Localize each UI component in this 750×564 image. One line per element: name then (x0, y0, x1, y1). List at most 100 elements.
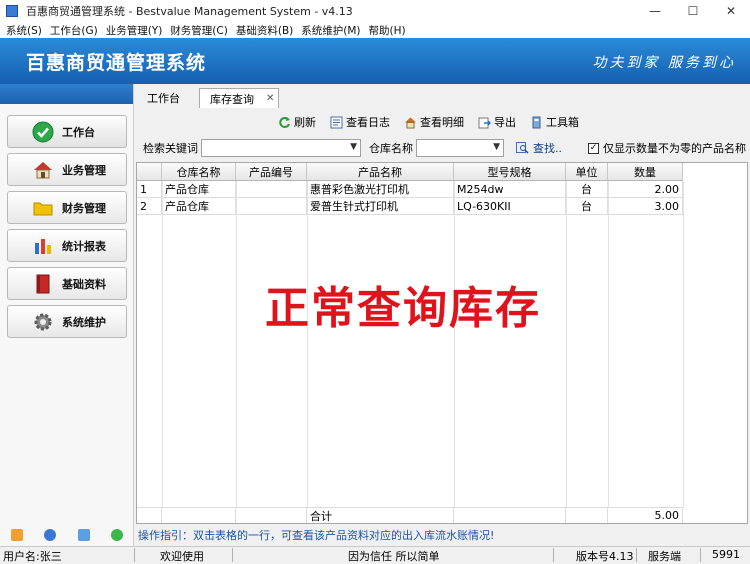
menu-basic-data[interactable]: 基础资料(B) (236, 23, 293, 38)
total-quantity: 5.00 (608, 507, 683, 523)
table-cell[interactable]: LQ-630KII (454, 198, 566, 215)
sidebar: 工作台 业务管理 财务管理 统计报表 基础资料 系统维护 (0, 84, 134, 546)
chevron-down-icon[interactable]: ▼ (493, 142, 500, 152)
tab-workbench[interactable]: 工作台 (137, 88, 190, 108)
table-cell[interactable]: 2.00 (608, 181, 683, 198)
table-cell[interactable]: 台 (566, 198, 608, 215)
status-divider (700, 548, 701, 562)
total-cell-empty (137, 507, 162, 523)
table-cell[interactable]: 台 (566, 181, 608, 198)
nonzero-label: 仅显示数量不为零的产品名称 (603, 142, 746, 155)
window-controls: — ☐ ✕ (636, 0, 750, 22)
overlay-caption: 正常查询库存 (265, 283, 541, 334)
column-header-product-code[interactable]: 产品编号 (236, 163, 307, 181)
sidebar-item-maintenance[interactable]: 系统维护 (7, 305, 127, 338)
sidebar-item-reports[interactable]: 统计报表 (7, 229, 127, 262)
checkbox-box[interactable]: ✓ (588, 142, 599, 154)
search-doc-icon[interactable] (77, 529, 90, 541)
table-cell[interactable]: 产品仓库 (162, 181, 236, 198)
chevron-down-icon[interactable]: ▼ (350, 142, 357, 152)
banner-title: 百惠商贸通管理系统 (26, 52, 207, 74)
search-row: 检索关键词 ▼ 仓库名称 ▼ 查找.. ✓ 仅显示数量不为零的产品名称 (135, 138, 750, 158)
sidebar-item-label: 基础资料 (62, 277, 106, 291)
total-cell-empty (454, 507, 566, 523)
refresh-icon (278, 116, 291, 129)
check-circle-icon (32, 121, 54, 143)
folder-icon (32, 197, 54, 219)
column-divider (454, 181, 455, 507)
keyword-combobox[interactable]: ▼ (201, 139, 361, 157)
find-icon (516, 142, 529, 154)
sidebar-item-business[interactable]: 业务管理 (7, 153, 127, 186)
log-icon (330, 116, 343, 129)
column-header-unit[interactable]: 单位 (566, 163, 608, 181)
tab-inventory-query[interactable]: 库存查询 ✕ (199, 88, 280, 108)
menu-system[interactable]: 系统(S) (6, 23, 42, 38)
menu-workbench[interactable]: 工作台(G) (50, 23, 98, 38)
window-title: 百惠商贸通管理系统 - Bestvalue Management System … (26, 5, 353, 18)
table-cell[interactable]: 1 (137, 181, 162, 198)
table-cell[interactable]: M254dw (454, 181, 566, 198)
column-header-rownum[interactable] (137, 163, 162, 181)
warehouse-label: 仓库名称 (369, 142, 413, 155)
column-header-quantity[interactable]: 数量 (608, 163, 683, 181)
status-divider (134, 548, 135, 562)
sidebar-item-label: 财务管理 (62, 201, 106, 215)
column-header-warehouse[interactable]: 仓库名称 (162, 163, 236, 181)
find-label: 查找.. (533, 142, 562, 155)
view-log-label: 查看日志 (346, 116, 390, 129)
status-divider (553, 548, 554, 562)
status-service-port: 5991 (712, 548, 740, 561)
menu-finance[interactable]: 财务管理(C) (170, 23, 228, 38)
view-detail-label: 查看明细 (420, 116, 464, 129)
close-button[interactable]: ✕ (712, 0, 750, 22)
inventory-table[interactable]: 仓库名称 产品编号 产品名称 型号规格 单位 数量 1 产品仓库 惠普彩色激光打… (136, 162, 748, 524)
house-detail-icon (404, 116, 417, 129)
edit-icon[interactable] (10, 529, 23, 541)
table-cell[interactable] (236, 181, 307, 198)
minimize-button[interactable]: — (636, 0, 674, 22)
sidebar-item-basic-data[interactable]: 基础资料 (7, 267, 127, 300)
house-icon (32, 159, 54, 181)
column-header-product-name[interactable]: 产品名称 (307, 163, 454, 181)
toolbox-button[interactable]: 工具箱 (530, 114, 579, 130)
menu-help[interactable]: 帮助(H) (369, 23, 406, 38)
sidebar-item-finance[interactable]: 财务管理 (7, 191, 127, 224)
table-cell[interactable]: 3.00 (608, 198, 683, 215)
sidebar-header (0, 84, 133, 104)
sidebar-item-workbench[interactable]: 工作台 (7, 115, 127, 148)
tab-close-icon[interactable]: ✕ (266, 93, 274, 104)
menu-business[interactable]: 业务管理(Y) (106, 23, 163, 38)
warehouse-combobox[interactable]: ▼ (416, 139, 504, 157)
view-log-button[interactable]: 查看日志 (330, 114, 390, 130)
table-cell[interactable]: 爱普生针式打印机 (307, 198, 454, 215)
refresh-label: 刷新 (294, 116, 316, 129)
table-cell[interactable]: 惠普彩色激光打印机 (307, 181, 454, 198)
refresh-button[interactable]: 刷新 (278, 114, 316, 130)
view-detail-button[interactable]: 查看明细 (404, 114, 464, 130)
app-banner: 百惠商贸通管理系统 功夫到家 服务到心 (0, 38, 750, 84)
menu-maintenance[interactable]: 系统维护(M) (301, 23, 360, 38)
find-button[interactable]: 查找.. (516, 140, 562, 156)
banner-slogan: 功夫到家 服务到心 (592, 55, 736, 71)
table-cell[interactable] (236, 198, 307, 215)
clock-icon[interactable] (44, 529, 57, 541)
tab-strip: 工作台 库存查询 ✕ (135, 86, 750, 108)
refresh-icon[interactable] (111, 529, 124, 541)
export-icon (478, 116, 491, 129)
toolbar: 刷新 查看日志 查看明细 导出 工具箱 (135, 110, 750, 134)
nonzero-only-checkbox[interactable]: ✓ 仅显示数量不为零的产品名称 (588, 140, 746, 156)
total-cell-empty (236, 507, 307, 523)
column-header-model[interactable]: 型号规格 (454, 163, 566, 181)
toolbox-icon (530, 116, 543, 129)
status-bar: 用户名:张三 欢迎使用 因为信任 所以简单 版本号4.13 服务端 5991 (0, 546, 750, 563)
maximize-button[interactable]: ☐ (674, 0, 712, 22)
column-divider (566, 181, 567, 507)
table-cell[interactable]: 产品仓库 (162, 198, 236, 215)
sidebar-item-label: 统计报表 (62, 239, 106, 253)
export-button[interactable]: 导出 (478, 114, 516, 130)
gear-icon (32, 311, 54, 333)
status-divider (232, 548, 233, 562)
table-cell[interactable]: 2 (137, 198, 162, 215)
column-divider (683, 181, 684, 507)
